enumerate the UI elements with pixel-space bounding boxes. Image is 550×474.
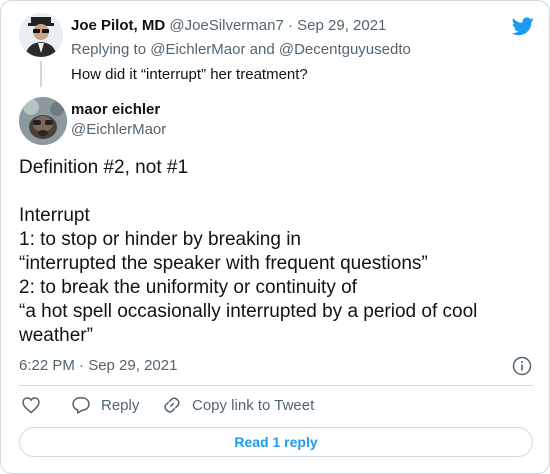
replying-to-and: and	[249, 41, 275, 58]
thread-connector-line	[40, 61, 42, 87]
main-author-name[interactable]: maor eichler	[71, 101, 160, 118]
tweet-body: Definition #2, not #1 Interrupt 1: to st…	[19, 156, 534, 348]
tweet-body-line: weather”	[19, 325, 93, 346]
tweet-timestamp[interactable]: 6:22 PM · Sep 29, 2021	[19, 357, 177, 374]
tweet-body-line	[19, 180, 534, 204]
tweet-body-line: Interrupt	[19, 205, 90, 226]
parent-header: Joe Pilot, MD @JoeSilverman7 · Sep 29, 2…	[71, 17, 386, 34]
info-icon[interactable]	[512, 356, 532, 376]
copy-link-label: Copy link to Tweet	[192, 396, 315, 414]
replying-to-line: Replying to @EichlerMaor and @Decentguyu…	[71, 41, 411, 58]
parent-date[interactable]: Sep 29, 2021	[297, 17, 386, 34]
replying-to-prefix: Replying to	[71, 41, 147, 58]
main-author-handle[interactable]: @EichlerMaor	[71, 121, 166, 138]
tweet-body-line: Definition #2, not #1	[19, 157, 189, 178]
reply-label: Reply	[101, 396, 140, 414]
replying-to-user-1[interactable]: @EichlerMaor	[150, 41, 245, 58]
parent-tweet-text: How did it “interrupt” her treatment?	[71, 66, 308, 83]
link-icon	[164, 397, 180, 413]
speech-bubble-icon	[72, 397, 90, 414]
twitter-bird-icon[interactable]	[511, 15, 535, 37]
tweet-body-line: “interrupted the speaker with frequent q…	[19, 253, 428, 274]
header-separator: ·	[287, 17, 293, 34]
tweet-body-line: 2: to break the uniformity or continuity…	[19, 277, 357, 298]
parent-avatar[interactable]	[19, 13, 63, 57]
heart-icon	[22, 397, 40, 414]
parent-author-name[interactable]: Joe Pilot, MD	[71, 17, 165, 34]
replying-to-user-2[interactable]: @Decentguyusedto	[279, 41, 411, 58]
reply-button[interactable]: Reply	[71, 395, 139, 415]
read-replies-button[interactable]: Read 1 reply	[19, 427, 533, 457]
copy-link-button[interactable]: Copy link to Tweet	[162, 395, 314, 415]
like-button[interactable]	[21, 395, 51, 415]
parent-author-handle[interactable]: @JoeSilverman7	[169, 17, 283, 34]
divider	[19, 385, 533, 386]
tweet-body-line: “a hot spell occasionally interrupted by…	[19, 301, 478, 322]
tweet-body-line: 1: to stop or hinder by breaking in	[19, 229, 302, 250]
main-avatar[interactable]	[19, 97, 67, 145]
tweet-card: Joe Pilot, MD @JoeSilverman7 · Sep 29, 2…	[0, 0, 550, 474]
